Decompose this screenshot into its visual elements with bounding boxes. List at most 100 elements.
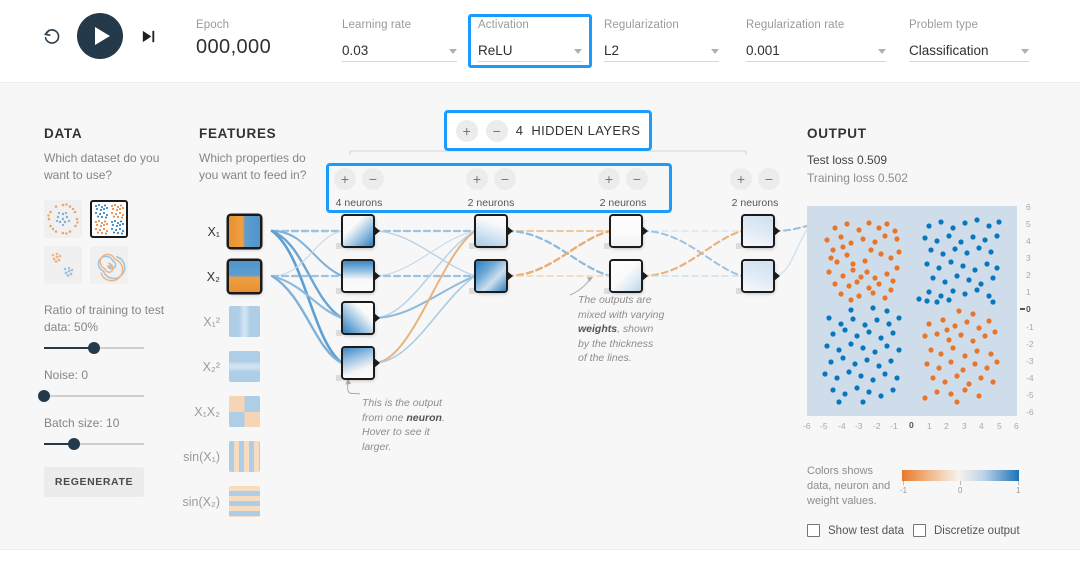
layer-1-neuron-1[interactable] (343, 216, 373, 246)
x-tick--3: -3 (855, 421, 863, 431)
chevron-down-icon (449, 49, 457, 54)
feature-x1x2-thumbnail[interactable] (229, 396, 260, 427)
dataset-gaussian[interactable] (44, 246, 82, 284)
layer-1-neuron-4-bias (336, 375, 342, 381)
epoch-display: Epoch 000,000 (196, 19, 271, 59)
features-panel-subtitle: Which properties do you want to feed in? (199, 151, 307, 182)
y-tick--4: -4 (1026, 373, 1034, 383)
problem-type-select[interactable]: Classification (909, 40, 1029, 62)
chevron-down-icon (1021, 49, 1029, 54)
data-panel: DATA Which dataset do you want to use? R… (38, 126, 174, 497)
regularization-field: Regularization L2 (604, 19, 719, 62)
layer-4-remove-neuron-button[interactable]: − (758, 168, 780, 190)
checkbox-icon[interactable] (807, 524, 820, 537)
layer-2-neuron-1[interactable] (476, 216, 506, 246)
problem-type-label: Problem type (909, 19, 978, 31)
feature-x2-thumbnail[interactable] (229, 261, 260, 292)
x-tick--6: -6 (803, 421, 811, 431)
x-tick-2: 2 (944, 421, 949, 431)
layer-1-neuron-3-bias (336, 330, 342, 336)
noise-slider-knob[interactable] (38, 390, 50, 402)
gaussian-dataset-icon (51, 252, 74, 277)
layer-2-neuron-1-output-nub (507, 226, 513, 236)
layer-4-add-neuron-button[interactable]: + (730, 168, 752, 190)
x1x2-bottom (229, 411, 260, 427)
regularization-rate-select[interactable]: 0.001 (746, 40, 886, 62)
regularization-select[interactable]: L2 (604, 40, 719, 62)
epoch-label: Epoch (196, 19, 230, 31)
ratio-slider[interactable] (44, 342, 144, 354)
learning-rate-select[interactable]: 0.03 (342, 40, 457, 62)
layer-1-remove-neuron-button[interactable]: − (362, 168, 384, 190)
x-tick-0: 0 (909, 420, 914, 430)
y-tick--3: -3 (1026, 356, 1034, 366)
y-tick-5: 5 (1026, 219, 1031, 229)
gradient-label-min: -1 (900, 486, 908, 495)
layer-2-neuron-2[interactable] (476, 261, 506, 291)
y-tick--6: -6 (1026, 407, 1034, 417)
layer-2-add-neuron-button[interactable]: + (466, 168, 488, 190)
y-tick--1: -1 (1026, 322, 1034, 332)
feature-x2-squared-thumbnail[interactable] (229, 351, 260, 382)
ratio-slider-knob[interactable] (88, 342, 100, 354)
layer-2-neuron-2-bias (469, 288, 475, 294)
regenerate-button[interactable]: REGENERATE (44, 467, 144, 497)
layer-3-neuron-2[interactable] (611, 261, 641, 291)
regularization-rate-field: Regularization rate 0.001 (746, 19, 886, 62)
show-test-data-checkbox[interactable]: Show test data (807, 524, 904, 537)
feature-sin-x2[interactable]: sin(X₂) (182, 486, 260, 517)
dataset-circle[interactable] (44, 200, 82, 238)
spiral-dataset-icon (97, 253, 126, 282)
dataset-xor[interactable] (90, 200, 128, 238)
output-panel-title: OUTPUT (807, 126, 867, 141)
xor-dataset-icon (95, 204, 124, 235)
layer-4-neuron-2[interactable] (743, 261, 773, 291)
batch-size-slider-knob[interactable] (68, 438, 80, 450)
feature-sin-x1[interactable]: sin(X₁) (182, 441, 260, 472)
layer-4-neuron-1[interactable] (743, 216, 773, 246)
dataset-chooser (44, 200, 174, 284)
reset-icon[interactable] (40, 24, 64, 48)
feature-x2-squared[interactable]: X₂² (182, 351, 260, 382)
feature-x1[interactable]: X₁ (182, 216, 260, 247)
add-layer-button[interactable]: + (455, 119, 478, 142)
noise-slider[interactable] (38, 390, 144, 402)
feature-sin-x2-thumbnail[interactable] (229, 486, 260, 517)
layer-1-neuron-3[interactable] (343, 303, 373, 333)
layer-3-remove-neuron-button[interactable]: − (626, 168, 648, 190)
layer-1-add-neuron-button[interactable]: + (334, 168, 356, 190)
feature-x1-squared[interactable]: X₁² (182, 306, 260, 337)
problem-type-value: Classification (909, 43, 989, 58)
checkbox-icon[interactable] (913, 524, 926, 537)
feature-x1x2[interactable]: X₁X₂ (182, 396, 260, 427)
dataset-spiral[interactable] (90, 246, 128, 284)
x-tick-6: 6 (1014, 421, 1019, 431)
data-panel-title: DATA (44, 126, 83, 141)
output-scatter-plot[interactable] (807, 206, 1017, 416)
play-button[interactable] (77, 13, 123, 59)
features-panel-title: FEATURES (199, 126, 277, 141)
layer-3-neuron-1[interactable] (611, 216, 641, 246)
feature-x1-squared-label: X₁² (203, 314, 220, 329)
feature-x1-thumbnail[interactable] (229, 216, 260, 247)
ratio-slider-group: Ratio of training to test data: 50% (44, 302, 174, 354)
layer-4-neuron-2-output-nub (774, 271, 780, 281)
layer-3-add-neuron-button[interactable]: + (598, 168, 620, 190)
discretize-output-checkbox[interactable]: Discretize output (913, 524, 1020, 537)
activation-select[interactable]: ReLU (478, 40, 582, 62)
y-tick-2: 2 (1026, 270, 1031, 280)
layer-3-control: + − 2 neurons (598, 168, 648, 209)
feature-x2[interactable]: X₂ (182, 261, 260, 292)
layer-1-neuron-4[interactable] (343, 348, 373, 378)
remove-layer-button[interactable]: − (485, 119, 508, 142)
feature-sin-x1-thumbnail[interactable] (229, 441, 260, 472)
feature-x1-squared-thumbnail[interactable] (229, 306, 260, 337)
layer-1-neuron-2[interactable] (343, 261, 373, 291)
chevron-down-icon (574, 49, 582, 54)
step-forward-icon[interactable] (136, 24, 160, 48)
regularization-value: L2 (604, 43, 620, 58)
output-plot-wrapper: -6 -5 -4 -3 -2 -1 0 1 2 3 4 5 6 (803, 206, 1019, 434)
layer-2-remove-neuron-button[interactable]: − (494, 168, 516, 190)
feature-sin-x2-label: sin(X₂) (182, 494, 221, 509)
batch-size-slider[interactable] (44, 438, 144, 450)
